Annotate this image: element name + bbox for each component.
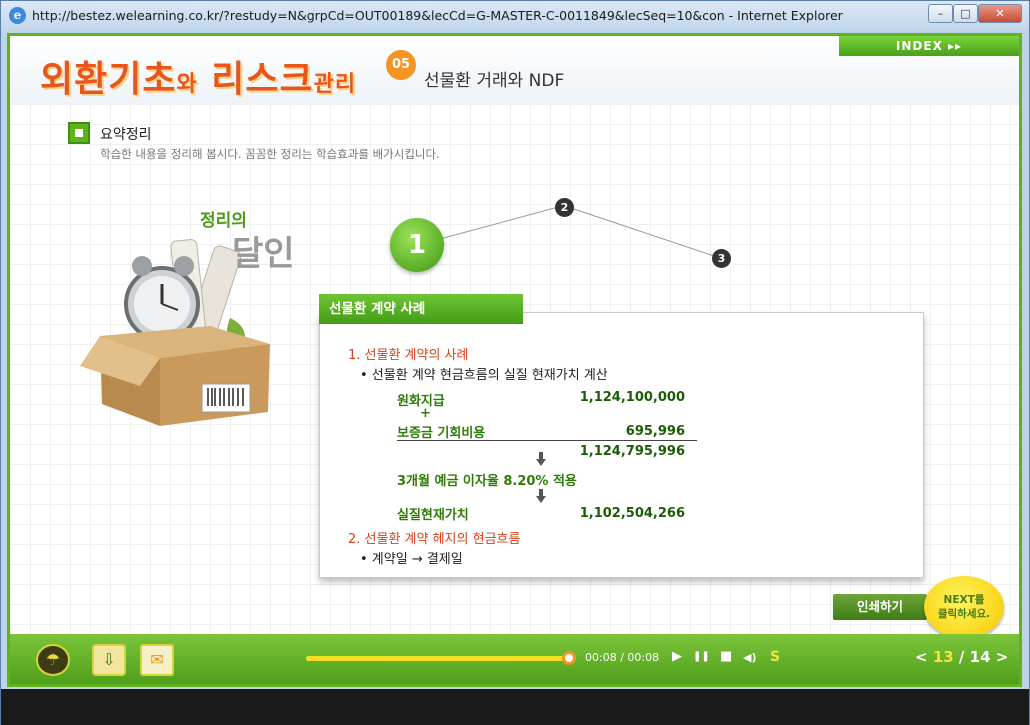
window-title: http://bestez.welearning.co.kr/?restudy=…: [32, 8, 843, 23]
progress-handle[interactable]: [562, 651, 576, 665]
close-button[interactable]: ✕: [978, 4, 1022, 23]
row-1-value: 1,124,100,000: [579, 390, 685, 405]
next-label: NEXT를 클릭하세요.: [937, 594, 991, 620]
status-bar: [1, 689, 1029, 725]
browser-window: e http://bestez.welearning.co.kr/?restud…: [0, 0, 1030, 725]
bookmark-icon[interactable]: ☂: [36, 644, 70, 676]
down-arrow-icon: [536, 452, 546, 466]
prev-page-button[interactable]: <: [915, 648, 928, 666]
total-value: 1,124,795,996: [579, 444, 685, 459]
pv-value: 1,102,504,266: [579, 506, 685, 521]
maximize-button[interactable]: □: [953, 4, 978, 23]
rate-label: 3개월 예금 이자율 8.20% 적용: [397, 474, 577, 489]
item-2-title: 2. 선물환 계약 헤지의 현금흐름: [348, 532, 521, 547]
mail-icon[interactable]: ✉: [140, 644, 174, 676]
row-2-label: 보증금 기회비용: [397, 426, 486, 441]
item-1-title: 1. 선물환 계약의 사례: [348, 348, 469, 363]
download-icon[interactable]: ⇩: [92, 644, 126, 676]
step-1-button[interactable]: 1: [390, 218, 444, 272]
stop-button[interactable]: ■: [720, 649, 732, 664]
next-page-button[interactable]: >: [996, 648, 1009, 666]
sum-line: [397, 440, 697, 441]
next-button[interactable]: NEXT를 클릭하세요.: [924, 576, 1004, 638]
plus-sign: +: [420, 406, 431, 421]
current-page: 13: [932, 648, 954, 666]
player-control-bar: ☂ ⇩ ✉ 00:08 / 00:08 ▶ ❚❚ ■ ◀) S < 13 / 1…: [10, 634, 1019, 684]
play-button[interactable]: ▶: [672, 649, 682, 664]
progress-fill: [306, 656, 568, 661]
down-arrow-icon: [536, 489, 546, 503]
step-2-button[interactable]: 2: [555, 198, 574, 217]
row-2-value: 695,996: [625, 424, 685, 439]
page-indicator: < 13 / 14 >: [915, 648, 1008, 666]
print-button[interactable]: 인쇄하기: [833, 594, 927, 620]
minimize-button[interactable]: –: [928, 4, 953, 23]
pv-label: 실질현재가치: [397, 508, 469, 523]
speed-button[interactable]: S: [770, 649, 780, 665]
pause-button[interactable]: ❚❚: [693, 651, 710, 662]
volume-button[interactable]: ◀): [743, 651, 757, 664]
lesson-content: 외환기초와 리스크관리 05 선물환 거래와 NDF INDEX ▸▸ 요약정리…: [7, 33, 1022, 687]
title-bar: e http://bestez.welearning.co.kr/?restud…: [1, 1, 1029, 31]
playback-time: 00:08 / 00:08: [585, 651, 660, 664]
item-2-bullet: • 계약일 → 결제일: [360, 552, 463, 567]
step-3-button[interactable]: 3: [712, 249, 731, 268]
item-1-bullet: • 선물환 계약 현금흐름의 실질 현재가치 계산: [360, 368, 608, 383]
page-separator: /: [958, 648, 965, 666]
total-pages: 14: [969, 648, 991, 666]
panel-header: 선물환 계약 사례: [319, 294, 523, 324]
internet-explorer-icon: e: [9, 7, 26, 24]
